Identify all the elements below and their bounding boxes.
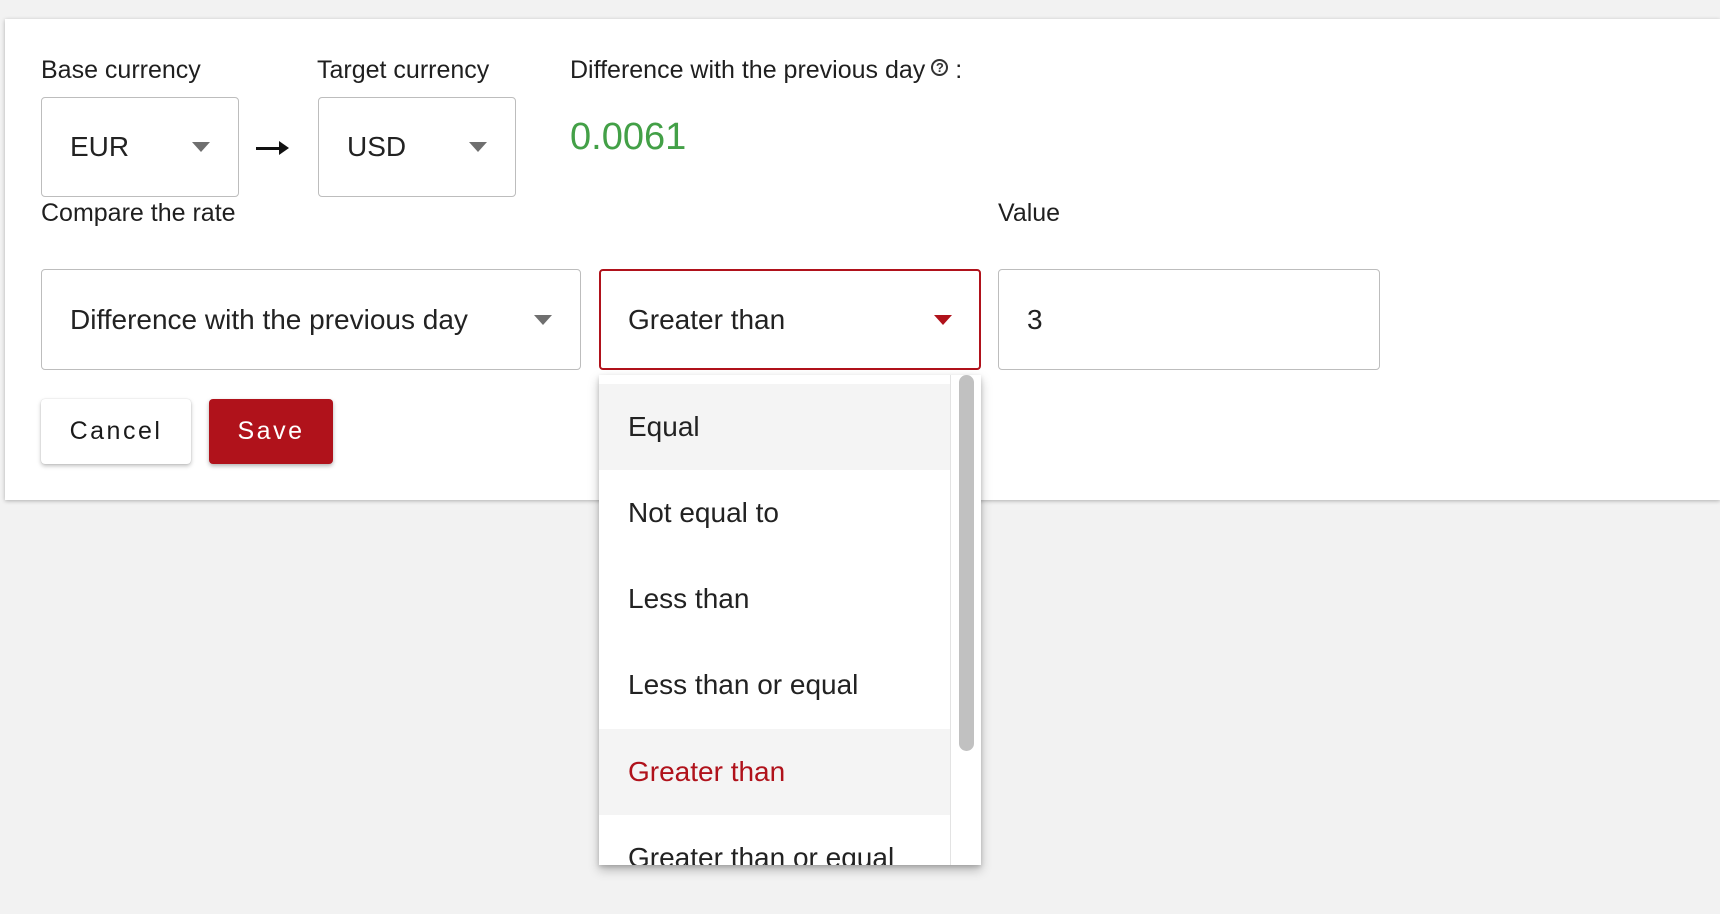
option-less-than-or-equal[interactable]: Less than or equal	[599, 642, 951, 728]
arrow-right-icon	[256, 141, 289, 155]
option-greater-than[interactable]: Greater than	[599, 729, 951, 815]
difference-label-row: Difference with the previous day? :	[570, 56, 962, 85]
operator-select[interactable]: Greater than	[599, 269, 981, 370]
dropdown-scrollbar-track[interactable]	[950, 375, 981, 865]
option-equal[interactable]: Equal	[599, 384, 951, 470]
target-currency-select[interactable]: USD	[318, 97, 516, 197]
option-not-equal-to[interactable]: Not equal to	[599, 470, 951, 556]
operator-value: Greater than	[628, 303, 786, 335]
compare-rate-select[interactable]: Difference with the previous day	[41, 269, 581, 370]
difference-value: 0.0061	[570, 116, 687, 158]
difference-colon: :	[955, 56, 963, 84]
caret-down-icon	[192, 142, 210, 152]
target-currency-label: Target currency	[317, 56, 490, 84]
value-input[interactable]: 3	[998, 269, 1380, 370]
option-less-than[interactable]: Less than	[599, 556, 951, 642]
value-label: Value	[998, 199, 1061, 227]
target-currency-value: USD	[347, 131, 407, 162]
base-currency-select[interactable]: EUR	[41, 97, 239, 197]
cancel-button[interactable]: Cancel	[41, 399, 191, 464]
compare-rate-value: Difference with the previous day	[70, 303, 468, 335]
base-currency-label: Base currency	[41, 56, 201, 84]
base-currency-value: EUR	[70, 131, 130, 162]
operator-dropdown-menu[interactable]: Equal Not equal to Less than Less than o…	[599, 375, 981, 865]
compare-rate-label: Compare the rate	[41, 199, 236, 227]
option-greater-than-or-equal[interactable]: Greater than or equal	[599, 815, 951, 865]
question-circle-icon[interactable]: ?	[931, 59, 949, 76]
value-input-text: 3	[1027, 303, 1043, 335]
caret-down-icon	[534, 314, 552, 325]
difference-label: Difference with the previous day	[570, 56, 926, 84]
caret-down-icon	[469, 142, 487, 152]
dropdown-scrollbar-thumb[interactable]	[959, 375, 974, 751]
caret-down-icon	[934, 314, 952, 325]
save-button[interactable]: Save	[209, 399, 333, 464]
